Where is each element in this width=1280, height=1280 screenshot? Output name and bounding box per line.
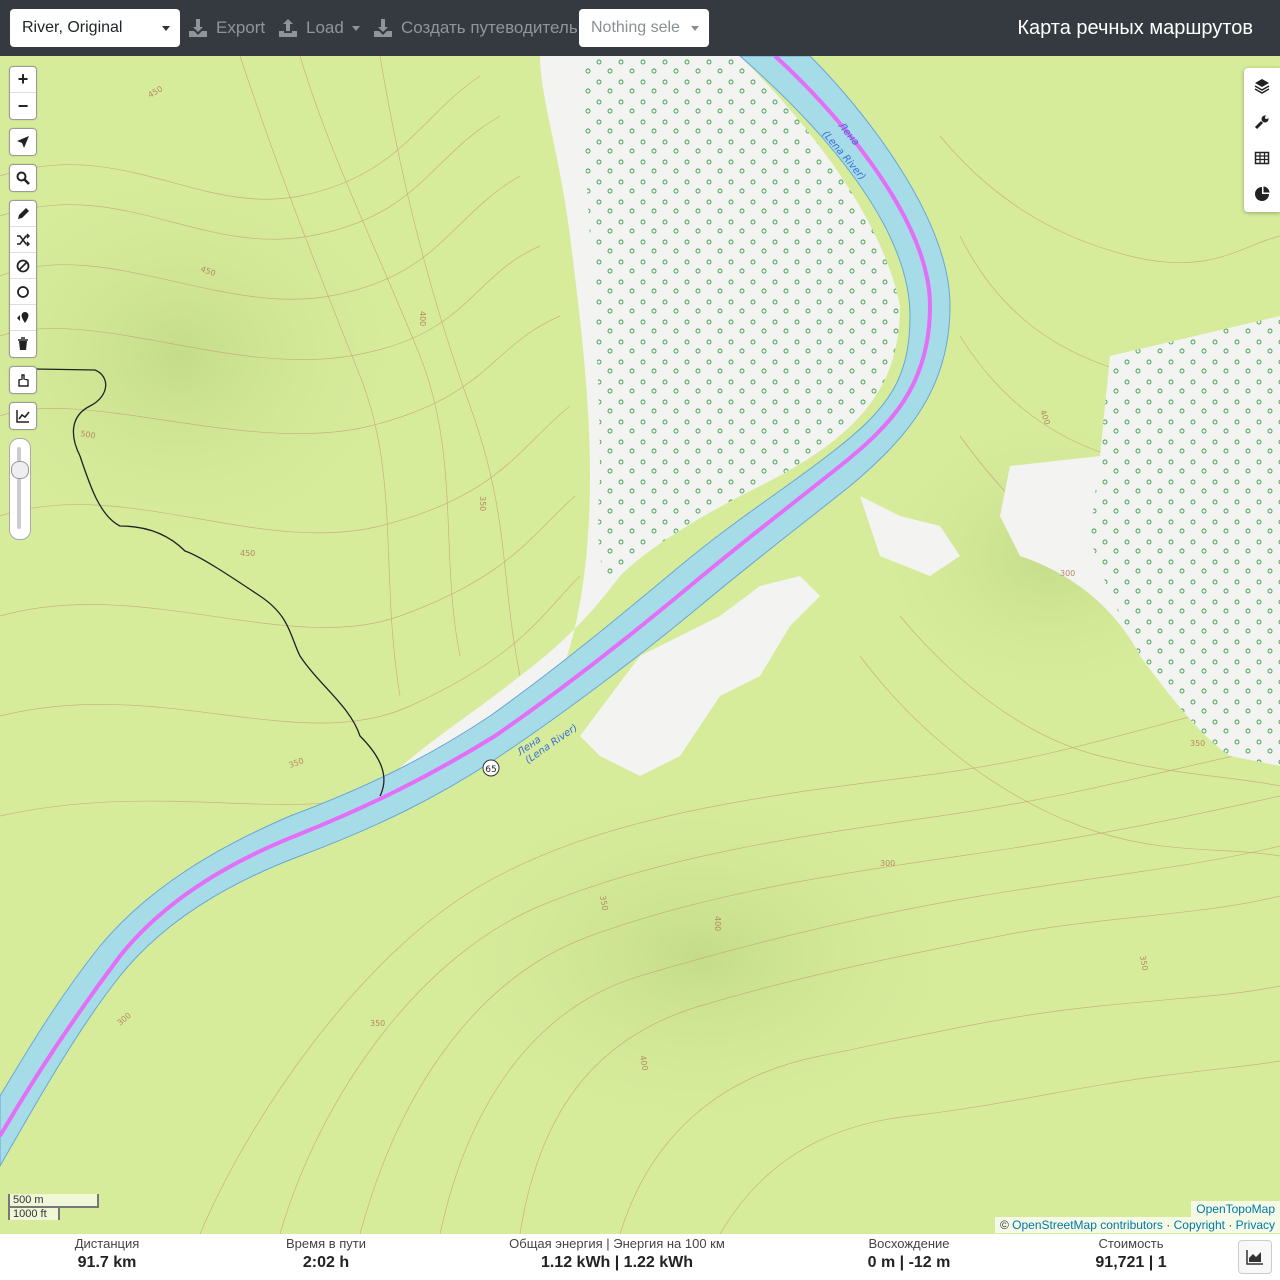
layers-icon — [1254, 79, 1270, 94]
zoom-control: + − — [9, 66, 37, 120]
analysis-button[interactable] — [1244, 176, 1280, 212]
shuffle-button[interactable] — [10, 227, 36, 253]
contour-label: 400 — [713, 916, 722, 931]
stat-distance-label: Дистанция — [74, 1236, 140, 1251]
stat-ascent-label: Восхождение — [868, 1236, 950, 1251]
export-button[interactable]: Export — [188, 14, 265, 42]
settings-button[interactable] — [1244, 104, 1280, 140]
reverse-route-button[interactable] — [10, 305, 36, 331]
map-view[interactable]: Лена (Lena River) Лена (Lena River) 65 4… — [0, 56, 1280, 1234]
separator: · — [1166, 1218, 1171, 1232]
stat-energy-label: Общая энергия | Энергия на 100 км — [509, 1236, 725, 1251]
area-chart-icon — [1246, 1250, 1263, 1265]
elevation-profile-button[interactable] — [10, 403, 36, 429]
layers-button[interactable] — [1244, 68, 1280, 104]
create-guide-label: Создать путеводитель — [401, 18, 578, 37]
pointer-button[interactable] — [10, 367, 36, 393]
zoom-in-button[interactable]: + — [10, 67, 36, 93]
privacy-link[interactable]: Privacy — [1236, 1218, 1275, 1232]
stat-time: Время в пути 2:02 h — [265, 1236, 387, 1274]
map-marker-icon — [17, 311, 29, 323]
tile-attribution[interactable]: OpenTopoMap — [1191, 1201, 1280, 1217]
separator: · — [1228, 1218, 1233, 1232]
line-chart-icon — [16, 410, 30, 423]
wrench-icon — [1254, 115, 1269, 130]
load-label: Load — [306, 18, 344, 37]
contour-label: 300 — [1060, 569, 1075, 578]
search-control — [9, 164, 37, 192]
circle-icon — [17, 285, 29, 298]
search-button[interactable] — [10, 165, 36, 191]
create-guide-button[interactable]: Создать путеводитель — [373, 14, 578, 42]
draw-control — [9, 200, 37, 358]
selection-dropdown-value: Nothing sele — [591, 19, 680, 36]
scale-imperial: 1000 ft — [8, 1206, 60, 1220]
search-icon — [16, 171, 30, 185]
chevron-down-icon — [691, 26, 699, 31]
pointer-control — [9, 366, 37, 394]
stat-distance-value: 91.7 km — [77, 1254, 137, 1271]
pencil-icon — [18, 207, 29, 219]
opacity-slider[interactable] — [9, 438, 31, 540]
route-stats-bar: Дистанция 91.7 km Время в пути 2:02 h Об… — [0, 1234, 1280, 1280]
stat-time-label: Время в пути — [286, 1236, 366, 1251]
profile-select-value: River, Original — [22, 19, 123, 36]
stat-cost-label: Стоимость — [1098, 1236, 1164, 1251]
slider-knob[interactable] — [11, 461, 29, 479]
trash-icon — [18, 337, 28, 350]
chevron-down-icon — [351, 25, 360, 31]
copyright-symbol: © — [999, 1218, 1009, 1232]
pie-chart-icon — [1255, 186, 1270, 201]
locate-button[interactable] — [10, 129, 36, 155]
right-controls — [1244, 68, 1280, 212]
stat-cost-value: 91,721 | 1 — [1095, 1254, 1167, 1271]
download-icon — [189, 19, 207, 37]
shuffle-icon — [17, 233, 30, 246]
table-button[interactable] — [1244, 140, 1280, 176]
locate-control — [9, 128, 37, 156]
osm-link[interactable]: OpenStreetMap contributors — [1012, 1218, 1163, 1232]
stat-ascent: Восхождение 0 m | -12 m — [848, 1236, 970, 1274]
selection-dropdown[interactable]: Nothing sele — [579, 9, 709, 47]
zoom-out-button[interactable]: − — [10, 93, 36, 119]
road-shield: 65 — [482, 759, 500, 777]
stat-cost: Стоимость 91,721 | 1 — [1070, 1236, 1192, 1274]
contour-label: 350 — [370, 1019, 385, 1028]
contour-label: 350 — [1190, 739, 1205, 748]
delete-route-button[interactable] — [10, 331, 36, 357]
map-tiles: Лена (Lena River) Лена (Lena River) 65 4… — [0, 56, 1280, 1234]
ban-icon — [16, 259, 30, 272]
map-attribution: © OpenStreetMap contributors · Copyright… — [994, 1217, 1280, 1233]
svg-text:65: 65 — [485, 765, 496, 775]
export-label: Export — [216, 18, 266, 37]
stat-distance: Дистанция 91.7 km — [46, 1236, 168, 1274]
stat-time-value: 2:02 h — [302, 1254, 350, 1271]
stat-ascent-value: 0 m | -12 m — [867, 1254, 951, 1271]
contour-label: 450 — [240, 549, 255, 558]
contour-label: 350 — [478, 496, 487, 511]
draw-route-button[interactable] — [10, 201, 36, 227]
upload-icon — [279, 19, 297, 37]
hand-pointer-icon — [18, 374, 29, 387]
no-go-area-button[interactable] — [10, 253, 36, 279]
slider-track — [17, 447, 21, 529]
stat-energy-value: 1.12 kWh | 1.22 kWh — [540, 1254, 694, 1271]
stat-energy: Общая энергия | Энергия на 100 км 1.12 k… — [487, 1236, 747, 1274]
profile-select[interactable]: River, Original — [10, 9, 180, 47]
contour-label: 300 — [880, 859, 895, 868]
scale-bar: 500 m 1000 ft — [8, 1194, 99, 1220]
location-arrow-icon — [17, 136, 29, 148]
contour-label: 400 — [418, 311, 427, 326]
app-title: Карта речных маршрутов — [1017, 17, 1253, 39]
elevation-control — [9, 402, 37, 430]
table-icon — [1254, 151, 1270, 165]
toggle-chart-button[interactable] — [1238, 1240, 1272, 1274]
copyright-link[interactable]: Copyright — [1174, 1218, 1225, 1232]
circle-button[interactable] — [10, 279, 36, 305]
load-button[interactable]: Load — [278, 14, 360, 42]
top-toolbar: River, Original Export Load Создать путе… — [0, 0, 1280, 56]
chevron-down-icon — [162, 26, 170, 31]
download-icon — [374, 19, 392, 37]
